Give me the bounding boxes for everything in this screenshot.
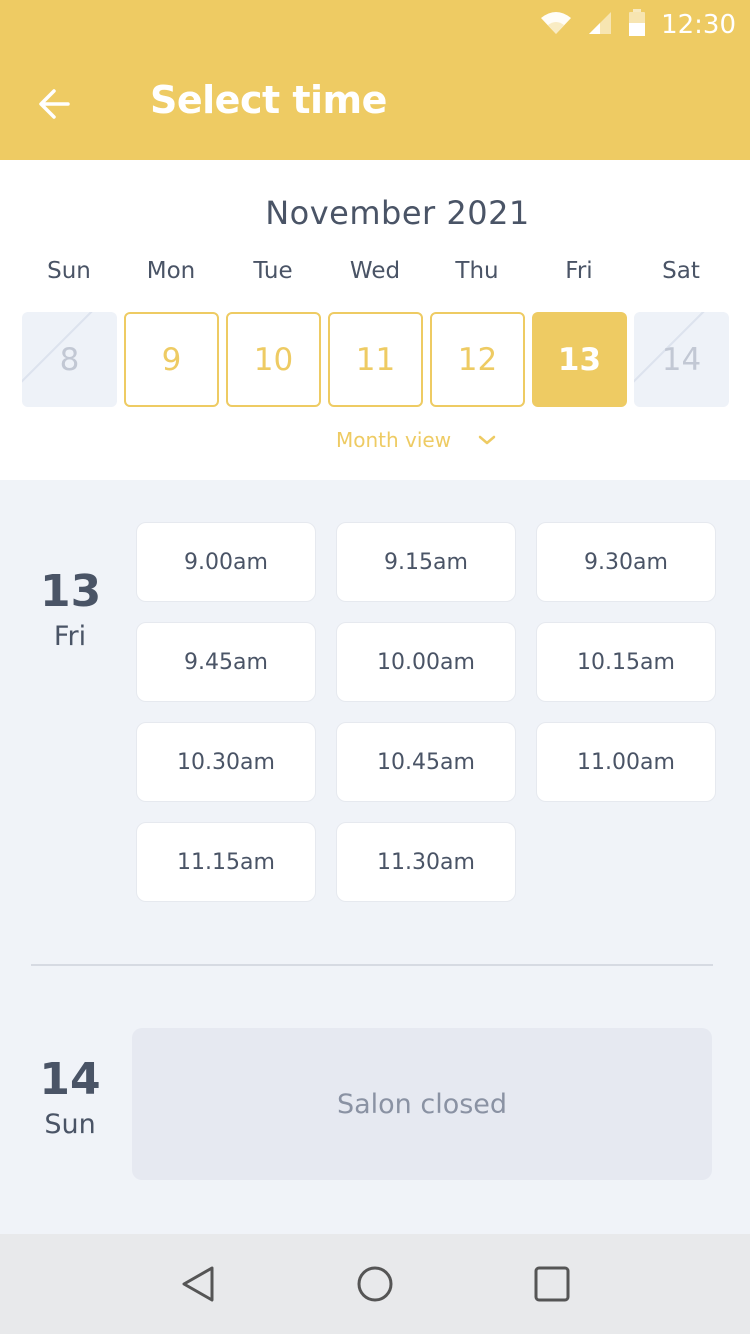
day-heading-date: 13 [40, 566, 102, 617]
day-heading-weekday: Fri [53, 621, 87, 652]
day-cell-14: 14 [634, 312, 729, 407]
month-title: November 2021 [265, 194, 530, 232]
signal-icon [587, 10, 613, 40]
month-view-label: Month view [336, 428, 452, 452]
weekday-label: Fri [565, 258, 593, 284]
salon-closed-notice: Salon closed [132, 1028, 712, 1180]
circle-home-icon [357, 1266, 393, 1302]
day-heading: 14 Sun [38, 1054, 102, 1140]
time-slot-button[interactable]: 11.15am [136, 822, 316, 902]
day-divider [31, 964, 713, 966]
day-cell-9[interactable]: 9 [124, 312, 219, 407]
app-header: 12:30 Select time [0, 0, 750, 160]
nav-recents-button[interactable] [527, 1259, 577, 1309]
time-slot-button[interactable]: 11.00am [536, 722, 716, 802]
time-slot-button[interactable]: 9.15am [336, 522, 516, 602]
triangle-back-icon [182, 1266, 214, 1302]
page-title: Select time [150, 78, 387, 122]
chevron-down-icon [478, 435, 496, 445]
day-cell-12[interactable]: 12 [430, 312, 525, 407]
day-heading: 13 Fri [40, 566, 102, 652]
day-strip: 8 9 10 11 12 13 14 [22, 312, 729, 407]
time-slot-button[interactable]: 9.30am [536, 522, 716, 602]
nav-home-button[interactable] [350, 1259, 400, 1309]
status-bar: 12:30 [539, 8, 736, 42]
time-slot-button[interactable]: 10.45am [336, 722, 516, 802]
weekday-label: Thu [455, 258, 499, 284]
weekday-label: Tue [253, 258, 293, 284]
status-time: 12:30 [661, 10, 736, 40]
day-cell-13-selected[interactable]: 13 [532, 312, 627, 407]
time-slot-button[interactable]: 10.15am [536, 622, 716, 702]
nav-back-button[interactable] [173, 1259, 223, 1309]
weekday-label: Wed [349, 258, 401, 284]
day-heading-date: 14 [39, 1054, 101, 1105]
week-calendar: November 2021 Sun Mon Tue Wed Thu Fri Sa… [0, 160, 750, 480]
time-slots-area: 13 Fri 9.00am 9.15am 9.30am 9.45am 10.00… [0, 480, 750, 1234]
system-nav-bar [0, 1234, 750, 1334]
day-cell-11[interactable]: 11 [328, 312, 423, 407]
month-view-toggle[interactable]: Month view [336, 428, 497, 452]
weekday-label: Sun [47, 258, 91, 284]
time-slot-button[interactable]: 9.00am [136, 522, 316, 602]
weekday-label: Mon [146, 258, 196, 284]
time-slot-button[interactable]: 10.30am [136, 722, 316, 802]
day-cell-8: 8 [22, 312, 117, 407]
wifi-icon [539, 10, 573, 40]
time-slot-button[interactable]: 10.00am [336, 622, 516, 702]
time-slot-button[interactable]: 11.30am [336, 822, 516, 902]
square-recents-icon [534, 1266, 570, 1302]
time-slot-grid: 9.00am 9.15am 9.30am 9.45am 10.00am 10.1… [136, 522, 716, 902]
weekday-header: Sun Mon Tue Wed Thu Fri Sat [18, 258, 738, 284]
time-slot-button[interactable]: 9.45am [136, 622, 316, 702]
day-cell-10[interactable]: 10 [226, 312, 321, 407]
back-button[interactable] [34, 84, 74, 124]
day-heading-weekday: Sun [44, 1109, 96, 1140]
weekday-label: Sat [662, 258, 700, 284]
battery-icon [627, 9, 647, 41]
arrow-left-icon [39, 89, 70, 119]
